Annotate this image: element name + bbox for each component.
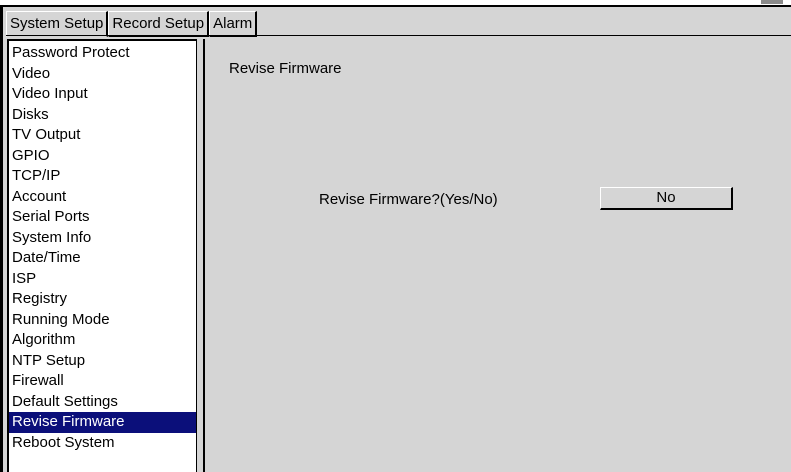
sidebar-item-algorithm[interactable]: Algorithm — [9, 330, 196, 351]
sidebar-item-default-settings[interactable]: Default Settings — [9, 392, 196, 413]
settings-sidebar-list: Password Protect Video Video Input Disks… — [7, 39, 197, 472]
sidebar-item-reboot-system[interactable]: Reboot System — [9, 433, 196, 454]
sidebar-item-system-info[interactable]: System Info — [9, 228, 196, 249]
sidebar-item-tv-output[interactable]: TV Output — [9, 125, 196, 146]
sidebar-item-tcp-ip[interactable]: TCP/IP — [9, 166, 196, 187]
revise-firmware-prompt-label: Revise Firmware?(Yes/No) — [319, 191, 498, 208]
sidebar-item-registry[interactable]: Registry — [9, 289, 196, 310]
tab-system-setup[interactable]: System Setup — [6, 11, 109, 37]
tab-baseline — [6, 35, 791, 36]
sidebar-item-ntp-setup[interactable]: NTP Setup — [9, 351, 196, 372]
sidebar-item-revise-firmware[interactable]: Revise Firmware — [9, 412, 196, 433]
sidebar-item-video-input[interactable]: Video Input — [9, 84, 196, 105]
window-left-edge — [0, 7, 3, 472]
window-top-border — [0, 5, 791, 7]
sidebar-right-border — [203, 39, 205, 472]
sidebar-item-gpio[interactable]: GPIO — [9, 146, 196, 167]
sidebar-item-account[interactable]: Account — [9, 187, 196, 208]
tab-record-setup[interactable]: Record Setup — [108, 11, 210, 37]
panel-title: Revise Firmware — [229, 60, 342, 77]
sidebar-item-running-mode[interactable]: Running Mode — [9, 310, 196, 331]
sidebar-item-isp[interactable]: ISP — [9, 269, 196, 290]
sidebar-item-disks[interactable]: Disks — [9, 105, 196, 126]
sidebar-item-date-time[interactable]: Date/Time — [9, 248, 196, 269]
sidebar-item-password-protect[interactable]: Password Protect — [9, 43, 196, 64]
tab-bar: System Setup Record Setup Alarm — [6, 11, 258, 37]
tab-alarm[interactable]: Alarm — [209, 11, 258, 37]
sidebar-item-firewall[interactable]: Firewall — [9, 371, 196, 392]
sidebar-item-serial-ports[interactable]: Serial Ports — [9, 207, 196, 228]
revise-firmware-answer-select[interactable]: No — [600, 187, 733, 210]
sidebar-item-video[interactable]: Video — [9, 64, 196, 85]
window-corner-mark — [761, 0, 783, 4]
